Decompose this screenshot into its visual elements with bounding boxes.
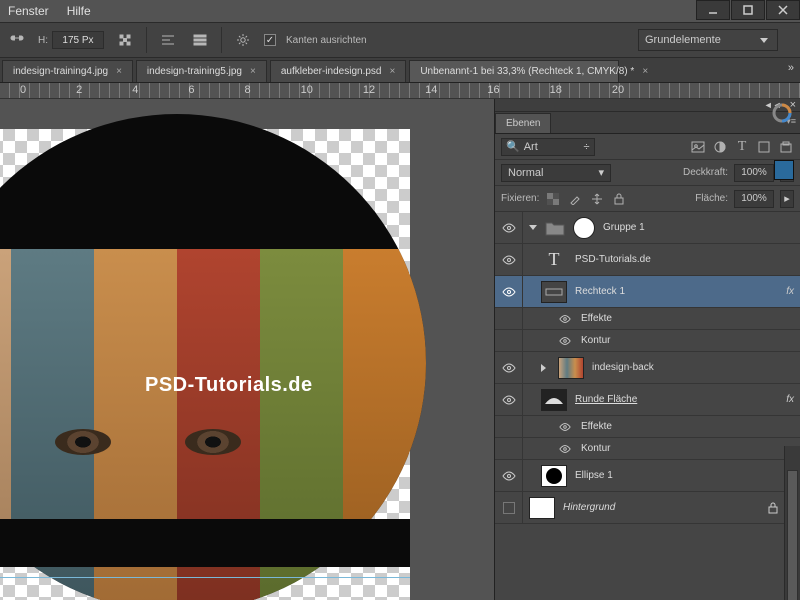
workspace-selector[interactable]: Grundelemente (638, 29, 778, 51)
visibility-off-icon[interactable] (503, 502, 515, 514)
visibility-icon[interactable] (559, 336, 571, 346)
artwork-eye (185, 429, 241, 455)
distribute-icon[interactable] (189, 29, 211, 51)
visibility-icon[interactable] (502, 395, 516, 405)
visibility-icon[interactable] (502, 287, 516, 297)
visibility-icon[interactable] (559, 444, 571, 454)
fx-badge[interactable]: fx (786, 286, 794, 297)
close-icon[interactable]: × (250, 66, 256, 77)
align-edges-label: Kanten ausrichten (286, 35, 367, 46)
layer-thumb (541, 389, 567, 411)
layer-text[interactable]: TPSD-Tutorials.de (495, 244, 800, 276)
ruler: 02468101214161820 (0, 83, 800, 99)
menu-hilfe[interactable]: Hilfe (67, 4, 91, 18)
opacity-value[interactable]: 100% (734, 164, 774, 182)
layer-ellipse[interactable]: Ellipse 1 (495, 460, 800, 492)
layer-image[interactable]: indesign-back (495, 352, 800, 384)
lock-brush-icon[interactable] (567, 191, 583, 207)
scrollbar[interactable] (784, 446, 800, 600)
opacity-label: Deckkraft: (683, 167, 728, 178)
gear-icon[interactable] (232, 29, 254, 51)
close-icon[interactable]: × (642, 66, 648, 77)
disclosure-icon[interactable] (529, 225, 537, 230)
filter-shape-icon[interactable] (756, 139, 772, 155)
doc-tab[interactable]: indesign-training5.jpg× (136, 60, 267, 82)
filter-text-icon[interactable]: T (734, 139, 750, 155)
doc-tab-active[interactable]: Unbenannt-1 bei 33,3% (Rechteck 1, CMYK/… (409, 60, 619, 82)
color-swatch[interactable] (774, 160, 794, 180)
lock-label: Fixieren: (501, 193, 539, 204)
layer-effects[interactable]: Effekte (495, 308, 800, 330)
layers-panel: ◄◄× Ebenen ▾≡ 🔍Art÷ T Normal▾ Deckkraft:… (494, 99, 800, 600)
close-icon[interactable]: × (389, 66, 395, 77)
anchor-icon[interactable] (114, 29, 136, 51)
layer-rect-selected[interactable]: Rechteck 1fx (495, 276, 800, 308)
link-icon[interactable] (6, 29, 28, 51)
visibility-icon[interactable] (559, 422, 571, 432)
layer-list: Gruppe 1 TPSD-Tutorials.de Rechteck 1fx … (495, 212, 800, 600)
blend-mode-select[interactable]: Normal▾ (501, 164, 611, 182)
layer-thumb (541, 465, 567, 487)
options-bar: H: Kanten ausrichten Grundelemente (0, 22, 800, 58)
layer-thumb (529, 497, 555, 519)
tab-overflow-icon[interactable]: » (788, 62, 794, 74)
fill-dd[interactable]: ▸ (780, 190, 794, 208)
visibility-icon[interactable] (502, 471, 516, 481)
align-icon[interactable] (157, 29, 179, 51)
fx-badge[interactable]: fx (786, 394, 794, 405)
lock-icon (768, 502, 778, 514)
align-edges-checkbox[interactable] (264, 34, 276, 46)
canvas[interactable]: PSD-Tutorials.de (0, 99, 494, 600)
visibility-icon[interactable] (502, 255, 516, 265)
text-layer-icon: T (541, 249, 567, 270)
minimize-button[interactable] (696, 0, 730, 20)
close-icon[interactable]: × (116, 66, 122, 77)
document-tabs: indesign-training4.jpg× indesign-trainin… (0, 58, 800, 83)
doc-tab[interactable]: aufkleber-indesign.psd× (270, 60, 406, 82)
visibility-icon[interactable] (502, 363, 516, 373)
layer-thumb (558, 357, 584, 379)
layer-stroke[interactable]: Kontur (495, 438, 800, 460)
height-input[interactable] (52, 31, 104, 49)
height-label: H: (38, 35, 48, 46)
fill-value[interactable]: 100% (734, 190, 774, 208)
fill-label: Fläche: (695, 193, 728, 204)
layer-shape[interactable]: Runde Flächefx (495, 384, 800, 416)
layer-filter[interactable]: 🔍Art÷ (501, 138, 595, 156)
layer-group[interactable]: Gruppe 1 (495, 212, 800, 244)
filter-image-icon[interactable] (690, 139, 706, 155)
lock-all-icon[interactable] (611, 191, 627, 207)
menu-fenster[interactable]: Fenster (8, 4, 49, 18)
guide-line (0, 577, 410, 578)
layer-background[interactable]: Hintergrund (495, 492, 800, 524)
filter-adjust-icon[interactable] (712, 139, 728, 155)
layer-stroke[interactable]: Kontur (495, 330, 800, 352)
mask-thumb (573, 217, 595, 239)
disclosure-icon[interactable] (541, 364, 550, 372)
maximize-button[interactable] (731, 0, 765, 20)
menu-bar: Fenster Hilfe (0, 0, 800, 22)
window-controls (695, 0, 800, 20)
artwork-rect (0, 519, 410, 567)
lock-move-icon[interactable] (589, 191, 605, 207)
visibility-icon[interactable] (559, 314, 571, 324)
close-button[interactable] (766, 0, 800, 20)
filter-smart-icon[interactable] (778, 139, 794, 155)
artwork-text: PSD-Tutorials.de (145, 374, 313, 397)
layer-effects[interactable]: Effekte (495, 416, 800, 438)
visibility-icon[interactable] (502, 223, 516, 233)
artwork-eye (55, 429, 111, 455)
layer-thumb (541, 281, 567, 303)
doc-tab[interactable]: indesign-training4.jpg× (2, 60, 133, 82)
color-wheel-icon[interactable] (772, 103, 792, 123)
panel-tab-layers[interactable]: Ebenen (495, 113, 551, 133)
folder-icon (545, 220, 565, 236)
lock-pixels-icon[interactable] (545, 191, 561, 207)
